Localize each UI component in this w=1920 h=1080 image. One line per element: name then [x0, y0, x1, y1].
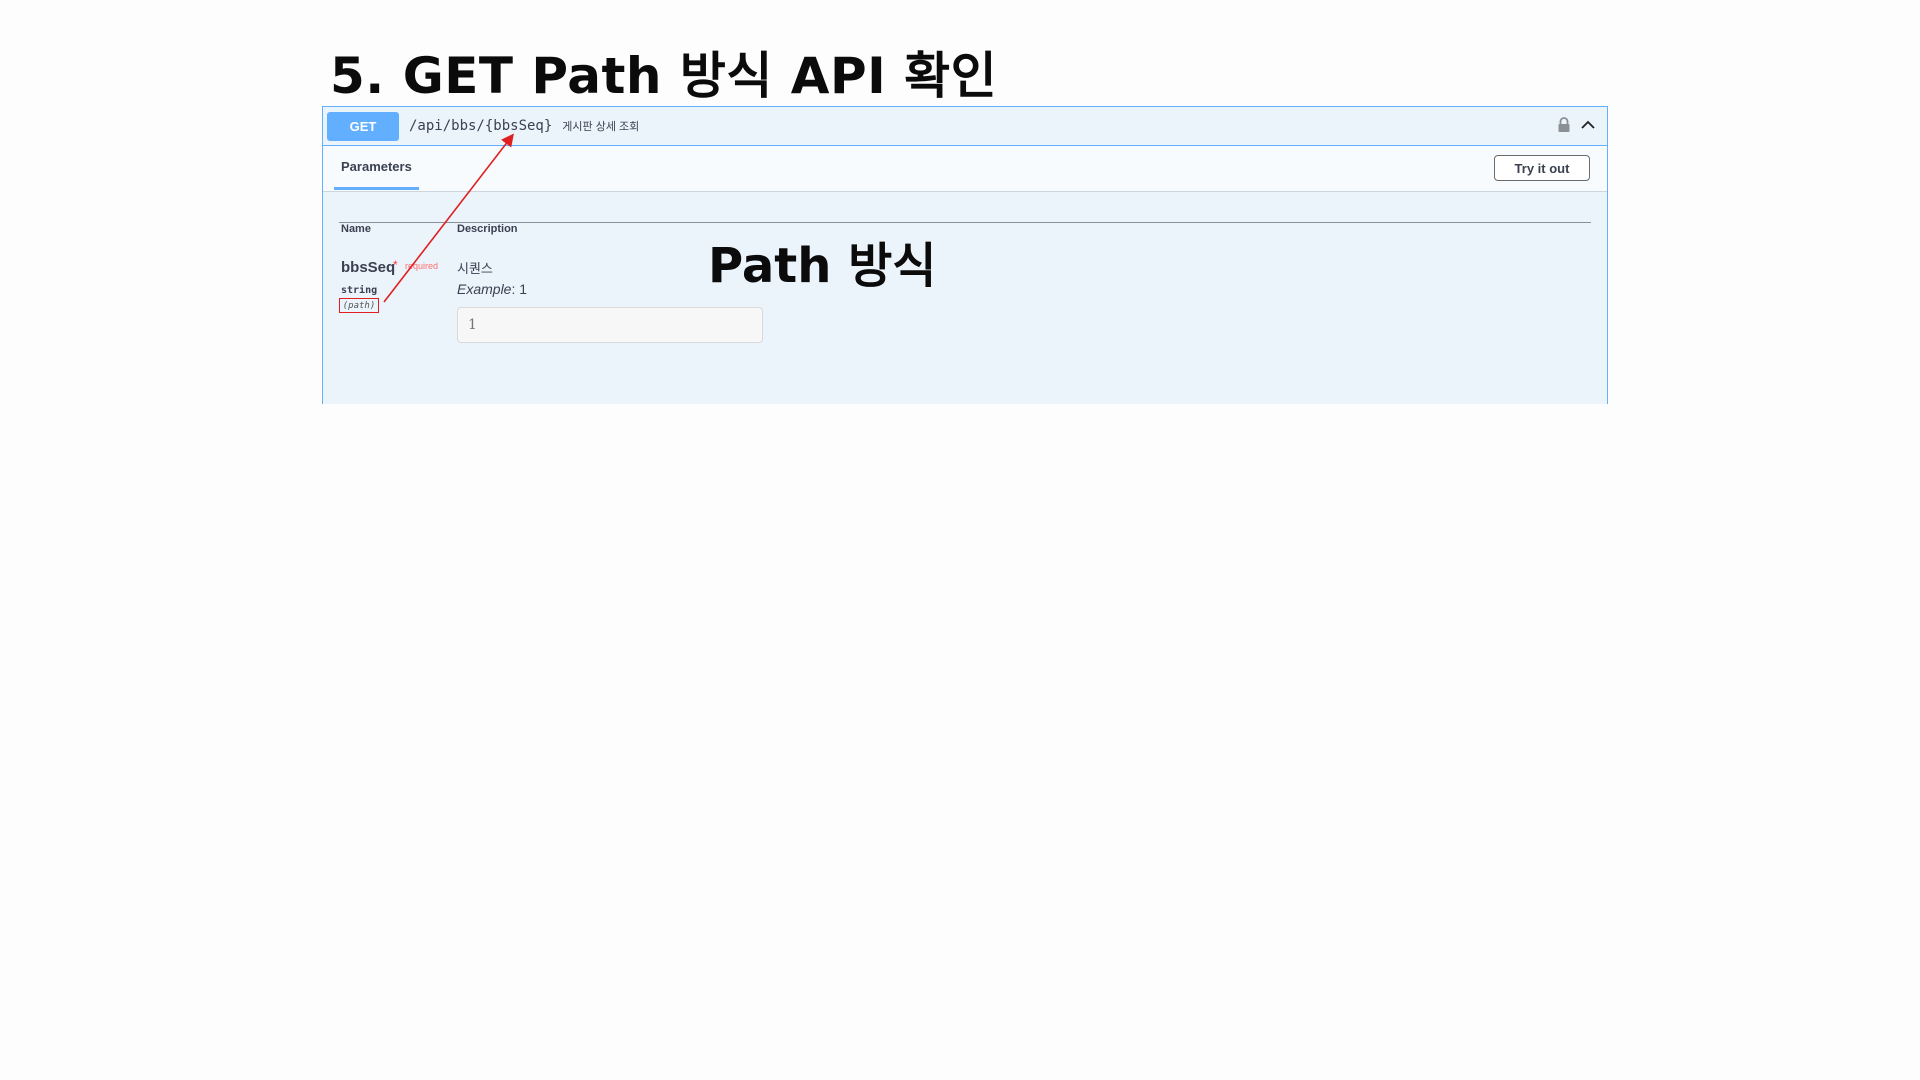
- annotation-label: Path 방식: [708, 238, 937, 294]
- opblock-get-bbs: GET /api/bbs/{bbsSeq} 게시판 상세 조회 Paramete…: [322, 106, 1608, 404]
- param-name: bbsSeq: [341, 259, 396, 276]
- param-example: Example: 1: [457, 281, 527, 297]
- required-star: *: [393, 258, 398, 272]
- summary-controls: [1555, 116, 1597, 134]
- try-it-out-button[interactable]: Try it out: [1494, 155, 1590, 181]
- opblock-summary[interactable]: GET /api/bbs/{bbsSeq} 게시판 상세 조회: [323, 107, 1607, 146]
- bbsseq-input[interactable]: [457, 307, 763, 343]
- lock-icon[interactable]: [1555, 116, 1573, 134]
- method-badge[interactable]: GET: [327, 111, 399, 141]
- slide-title: 5. GET Path 방식 API 확인: [330, 47, 998, 105]
- endpoint-path[interactable]: /api/bbs/{bbsSeq}: [409, 118, 552, 134]
- example-value: : 1: [511, 281, 528, 297]
- tab-parameters[interactable]: Parameters: [334, 146, 419, 190]
- param-type: string: [341, 285, 378, 296]
- param-in-highlighted: (path): [339, 298, 379, 313]
- slide: 5. GET Path 방식 API 확인 GET /api/bbs/{bbsS…: [0, 0, 1920, 1080]
- column-header-description: Description: [457, 223, 518, 235]
- column-header-name: Name: [341, 223, 371, 235]
- chevron-up-icon[interactable]: [1579, 116, 1597, 134]
- example-label: Example: [457, 281, 512, 297]
- tab-header: Parameters Try it out: [323, 146, 1607, 192]
- params-header-divider: [339, 222, 1591, 223]
- param-description: 시퀀스: [457, 261, 493, 276]
- endpoint-summary[interactable]: 게시판 상세 조회: [562, 118, 639, 134]
- required-label: required: [405, 261, 439, 271]
